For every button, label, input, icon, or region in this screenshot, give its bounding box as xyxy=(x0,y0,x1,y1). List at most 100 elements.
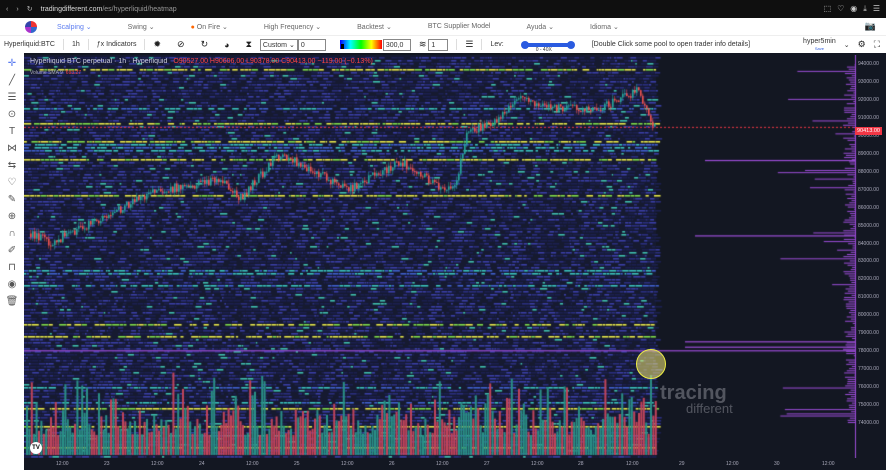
nav-ayuda[interactable]: Ayuda ⌄ xyxy=(526,23,554,31)
hide-icon[interactable]: ⊘ xyxy=(177,39,185,50)
nav-idioma[interactable]: Idioma ⌄ xyxy=(590,23,619,31)
interval-selector[interactable]: 1h xyxy=(72,41,80,48)
price-axis[interactable]: 94000.00 93000.00 92000.00 91000.00 90000.00… xyxy=(855,55,886,458)
fib-icon[interactable]: ☰ xyxy=(8,91,17,104)
time-label: 30 xyxy=(774,461,780,467)
fire-icon: ● xyxy=(190,23,195,31)
time-label: 28 xyxy=(578,461,584,467)
cursor-highlight xyxy=(636,349,666,379)
measure-icon[interactable]: ⇆ xyxy=(8,159,16,172)
extension-icon[interactable]: ⬚ xyxy=(824,4,832,14)
extensions: ⬚ ♡ ◉ ⤓ ☰ xyxy=(824,4,886,14)
symbol-selector[interactable]: Hyperliquid:BTC xyxy=(4,41,55,48)
hourglass-icon[interactable]: ⧗ xyxy=(246,39,252,50)
price-label: 82000.00 xyxy=(858,276,879,283)
heart-icon[interactable]: ♡ xyxy=(8,176,17,189)
tradingview-logo[interactable]: TV xyxy=(30,442,42,454)
nav-on-fire[interactable]: ● On Fire ⌄ xyxy=(191,23,228,31)
list-icon[interactable]: ☰ xyxy=(465,39,473,50)
pattern-icon[interactable]: ⋈ xyxy=(7,142,17,155)
time-label: 26 xyxy=(389,461,395,467)
layers-input[interactable]: 1 xyxy=(428,38,449,51)
menu-icon[interactable]: ☰ xyxy=(873,4,880,14)
time-label: 23 xyxy=(104,461,110,467)
settings-icon[interactable]: ⚙ xyxy=(858,39,866,50)
refresh-icon[interactable]: ↻ xyxy=(201,39,209,50)
price-label: 93000.00 xyxy=(858,78,879,85)
nav-high-frequency[interactable]: High Frequency ⌄ xyxy=(264,23,321,31)
time-label: 25 xyxy=(294,461,300,467)
time-label: 12:00 xyxy=(151,461,164,467)
forward-icon[interactable]: › xyxy=(16,6,18,13)
fullscreen-icon[interactable]: ⛶ xyxy=(874,39,880,50)
reload-icon[interactable]: ↻ xyxy=(27,5,33,13)
divider xyxy=(481,39,483,50)
account-selector[interactable]: hyper5min Save xyxy=(803,38,836,52)
legend-ohlc: O90527.00 H90606.00 L90378.00 C90413.00 … xyxy=(173,58,373,65)
eye-icon[interactable]: ◉ xyxy=(8,278,17,291)
pencil-lock-icon[interactable]: ✐ xyxy=(8,244,16,257)
nav-scalping[interactable]: Scalping ⌄ xyxy=(57,23,92,31)
price-label: 78000.00 xyxy=(858,348,879,355)
magnet-icon[interactable]: ∩ xyxy=(8,227,15,240)
circle-icon[interactable]: ⊙ xyxy=(8,108,16,121)
indicators-button[interactable]: ƒx Indicators xyxy=(97,41,137,48)
price-label: 80000.00 xyxy=(858,312,879,319)
back-icon[interactable]: ‹ xyxy=(6,6,8,13)
price-label: 81000.00 xyxy=(858,294,879,301)
text-icon[interactable]: T xyxy=(9,125,15,138)
leverage-slider[interactable]: 0 - 40X xyxy=(520,40,575,53)
preset-select[interactable]: Custom ⌄ xyxy=(259,38,298,51)
nav-swing[interactable]: Swing ⌄ xyxy=(128,23,155,31)
color-scale[interactable] xyxy=(339,40,382,49)
time-label: 12:00 xyxy=(822,461,835,467)
nav-btc-supplier-model[interactable]: BTC Supplier Model xyxy=(428,23,491,30)
lock-icon[interactable]: ⊓ xyxy=(8,261,16,274)
max-input[interactable]: 300,0 xyxy=(382,38,411,51)
palette-icon[interactable]: ◕ xyxy=(224,40,229,50)
price-label: 89000.00 xyxy=(858,150,879,157)
price-label: 77000.00 xyxy=(858,366,879,373)
lev-label: Lev: xyxy=(490,41,504,48)
bookmark-icon[interactable]: ♡ xyxy=(837,4,844,14)
settings-gear-icon[interactable]: ✹ xyxy=(153,39,161,50)
time-label: 29 xyxy=(679,461,685,467)
zoom-in-icon[interactable]: ⊕ xyxy=(8,210,16,223)
crosshair-icon[interactable]: ✛ xyxy=(8,57,16,70)
time-label: 27 xyxy=(484,461,490,467)
profile-icon[interactable]: ◉ xyxy=(850,4,857,14)
price-label: 83000.00 xyxy=(858,258,879,265)
chart-legend: Hyperliquid BTC perpetual · 1h · Hyperli… xyxy=(30,58,373,65)
main-nav: Scalping ⌄ Swing ⌄ ● On Fire ⌄ High Freq… xyxy=(0,18,886,35)
price-label: 74000.00 xyxy=(858,420,879,426)
camera-icon[interactable]: 📷 xyxy=(865,21,876,32)
ruler-icon[interactable]: ✎ xyxy=(8,193,16,206)
min-input[interactable]: 0 xyxy=(297,38,326,51)
chevron-down-icon[interactable]: ⌄ xyxy=(844,41,850,49)
hint-text: [Double Click some pool to open trader i… xyxy=(591,41,751,48)
layers-icon[interactable]: ≋ xyxy=(419,39,427,50)
download-icon[interactable]: ⤓ xyxy=(863,4,867,14)
price-label: 92000.00 xyxy=(858,96,879,103)
price-label: 84000.00 xyxy=(858,240,879,247)
trendline-icon[interactable]: ╱ xyxy=(9,74,15,87)
price-label: 91000.00 xyxy=(858,114,879,121)
watermark: tracing different xyxy=(660,382,733,416)
heatmap-chart[interactable] xyxy=(24,55,886,458)
chart-toolbar: Hyperliquid:BTC 1h ƒx Indicators ✹ ⊘ ↻ ◕… xyxy=(0,35,886,53)
time-label: 12:00 xyxy=(341,461,354,467)
current-price-label: 90413.00 xyxy=(855,127,882,135)
address-bar[interactable]: tradingdifferent.com/es/hyperliquid/heat… xyxy=(41,6,177,13)
trash-icon[interactable]: 🗑 xyxy=(6,295,19,308)
price-label: 75000.00 xyxy=(858,402,879,409)
price-label: 94000.00 xyxy=(858,61,879,67)
time-axis[interactable]: 12:00 23 12:00 24 12:00 25 12:00 26 12:00 27 12:00… xyxy=(24,458,886,470)
logo[interactable] xyxy=(25,20,37,33)
time-label: 12:00 xyxy=(531,461,544,467)
price-label: 76000.00 xyxy=(858,384,879,391)
price-label: 85000.00 xyxy=(858,222,879,229)
heatmap-canvas[interactable] xyxy=(24,55,886,458)
volume-legend: Volume SMA 9 693.27 xyxy=(30,70,82,76)
time-label: 12:00 xyxy=(56,461,69,467)
nav-backtest[interactable]: Backtest ⌄ xyxy=(357,23,392,31)
